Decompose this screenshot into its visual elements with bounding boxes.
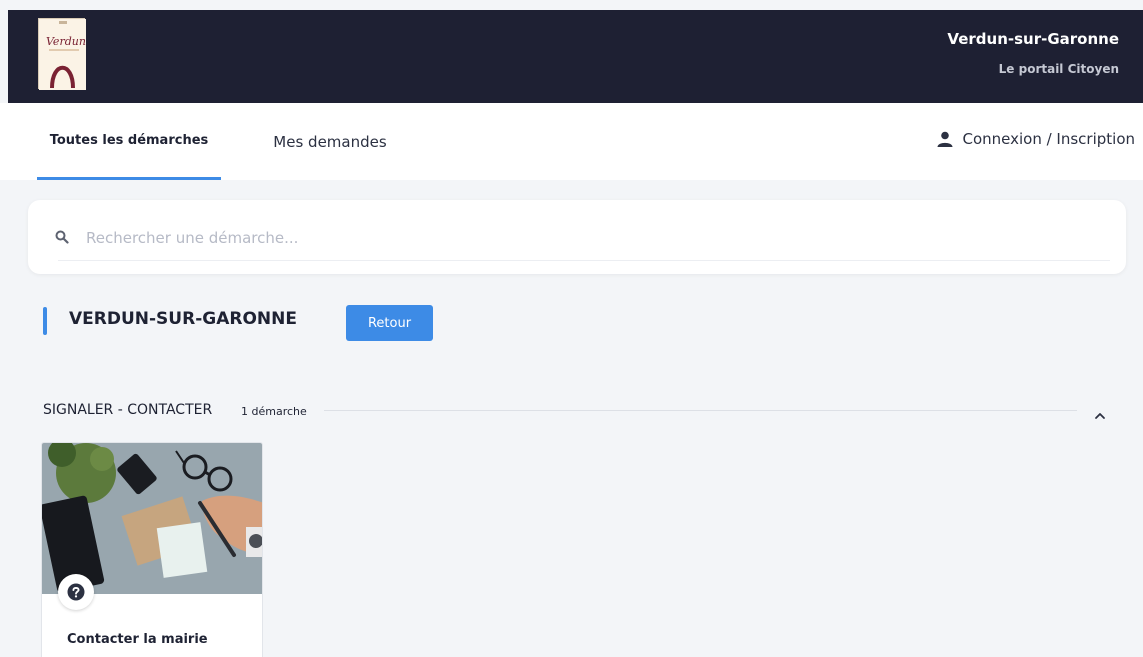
procedure-card[interactable]: Contacter la mairie [41,442,263,657]
main-nav: Toutes les démarches Mes demandes Connex… [0,103,1143,180]
search-icon [55,230,69,244]
login-link[interactable]: Connexion / Inscription [937,127,1135,151]
site-subtitle: Le portail Citoyen [998,62,1119,76]
municipality-logo[interactable]: Verdun [38,18,86,90]
search-card [28,200,1126,274]
user-icon [937,131,953,147]
search-underline [58,260,1110,261]
help-badge [58,574,94,610]
card-image [42,443,262,594]
logo-text: Verdun [46,35,86,48]
back-button[interactable]: Retour [346,305,433,341]
card-label: Contacter la mairie [67,632,208,647]
question-circle-icon [67,583,85,601]
category-title: SIGNALER - CONTACTER [43,402,213,418]
site-header: Verdun Verdun-sur-Garonne Le portail Cit… [8,10,1143,103]
search-input[interactable] [86,220,1096,256]
logo-graphic: Verdun [39,19,86,90]
category-divider [324,410,1077,411]
tab-my-requests[interactable]: Mes demandes [255,103,405,180]
category-count: 1 démarche [241,405,307,418]
site-title: Verdun-sur-Garonne [947,30,1119,48]
title-accent-bar [43,307,47,335]
tab-all-procedures[interactable]: Toutes les démarches [37,103,221,180]
chevron-up-icon[interactable] [1090,408,1110,422]
page-title: VERDUN-SUR-GARONNE [69,309,297,329]
login-label: Connexion / Inscription [962,130,1135,148]
